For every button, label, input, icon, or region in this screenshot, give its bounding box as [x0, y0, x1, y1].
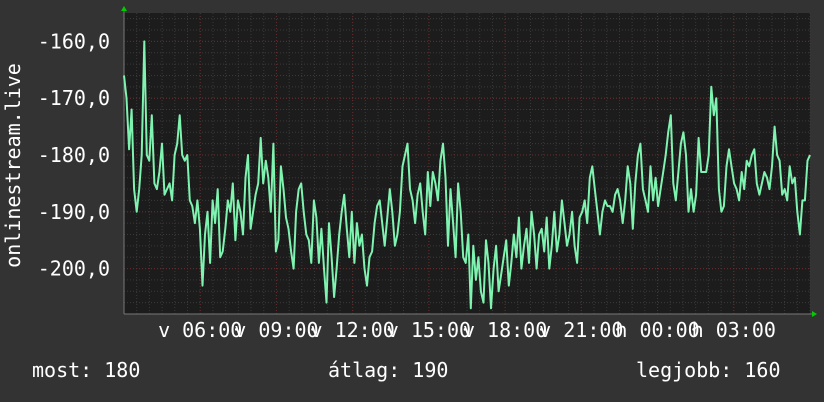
- stat-current: most: 180: [32, 358, 141, 382]
- stat-best: legjobb: 160: [636, 358, 781, 382]
- y-axis-arrow: [121, 6, 127, 11]
- x-axis-arrow: [812, 311, 817, 317]
- x-tick-label: v 09:00: [234, 318, 318, 342]
- x-tick-label: h 00:00: [615, 318, 699, 342]
- y-tick-labels: -160,0 -170,0 -180,0 -190,0 -200,0: [38, 29, 110, 280]
- y-tick-label: -160,0: [38, 29, 110, 53]
- y-tick-label: -190,0: [38, 200, 110, 224]
- y-tick-label: -180,0: [38, 143, 110, 167]
- x-tick-labels: v 06:00v 09:00v 12:00v 15:00v 18:00v 21:…: [158, 318, 776, 342]
- y-tick-label: -200,0: [38, 257, 110, 281]
- x-tick-label: v 12:00: [311, 318, 395, 342]
- x-tick-label: v 18:00: [463, 318, 547, 342]
- y-axis-label: onlinestream.live: [1, 63, 25, 268]
- stat-average: átlag: 190: [328, 358, 449, 382]
- chart: -160,0-170,0-180,0-190,0-200,0 v 06:00v …: [1, 6, 817, 342]
- stats-bar: most: 180 átlag: 190 legjobb: 160: [0, 358, 824, 392]
- x-tick-label: v 21:00: [539, 318, 623, 342]
- x-tick-label: v 15:00: [387, 318, 471, 342]
- x-tick-label: h 03:00: [692, 318, 776, 342]
- x-tick-label: v 06:00: [158, 318, 242, 342]
- y-tick-label: -170,0: [38, 86, 110, 110]
